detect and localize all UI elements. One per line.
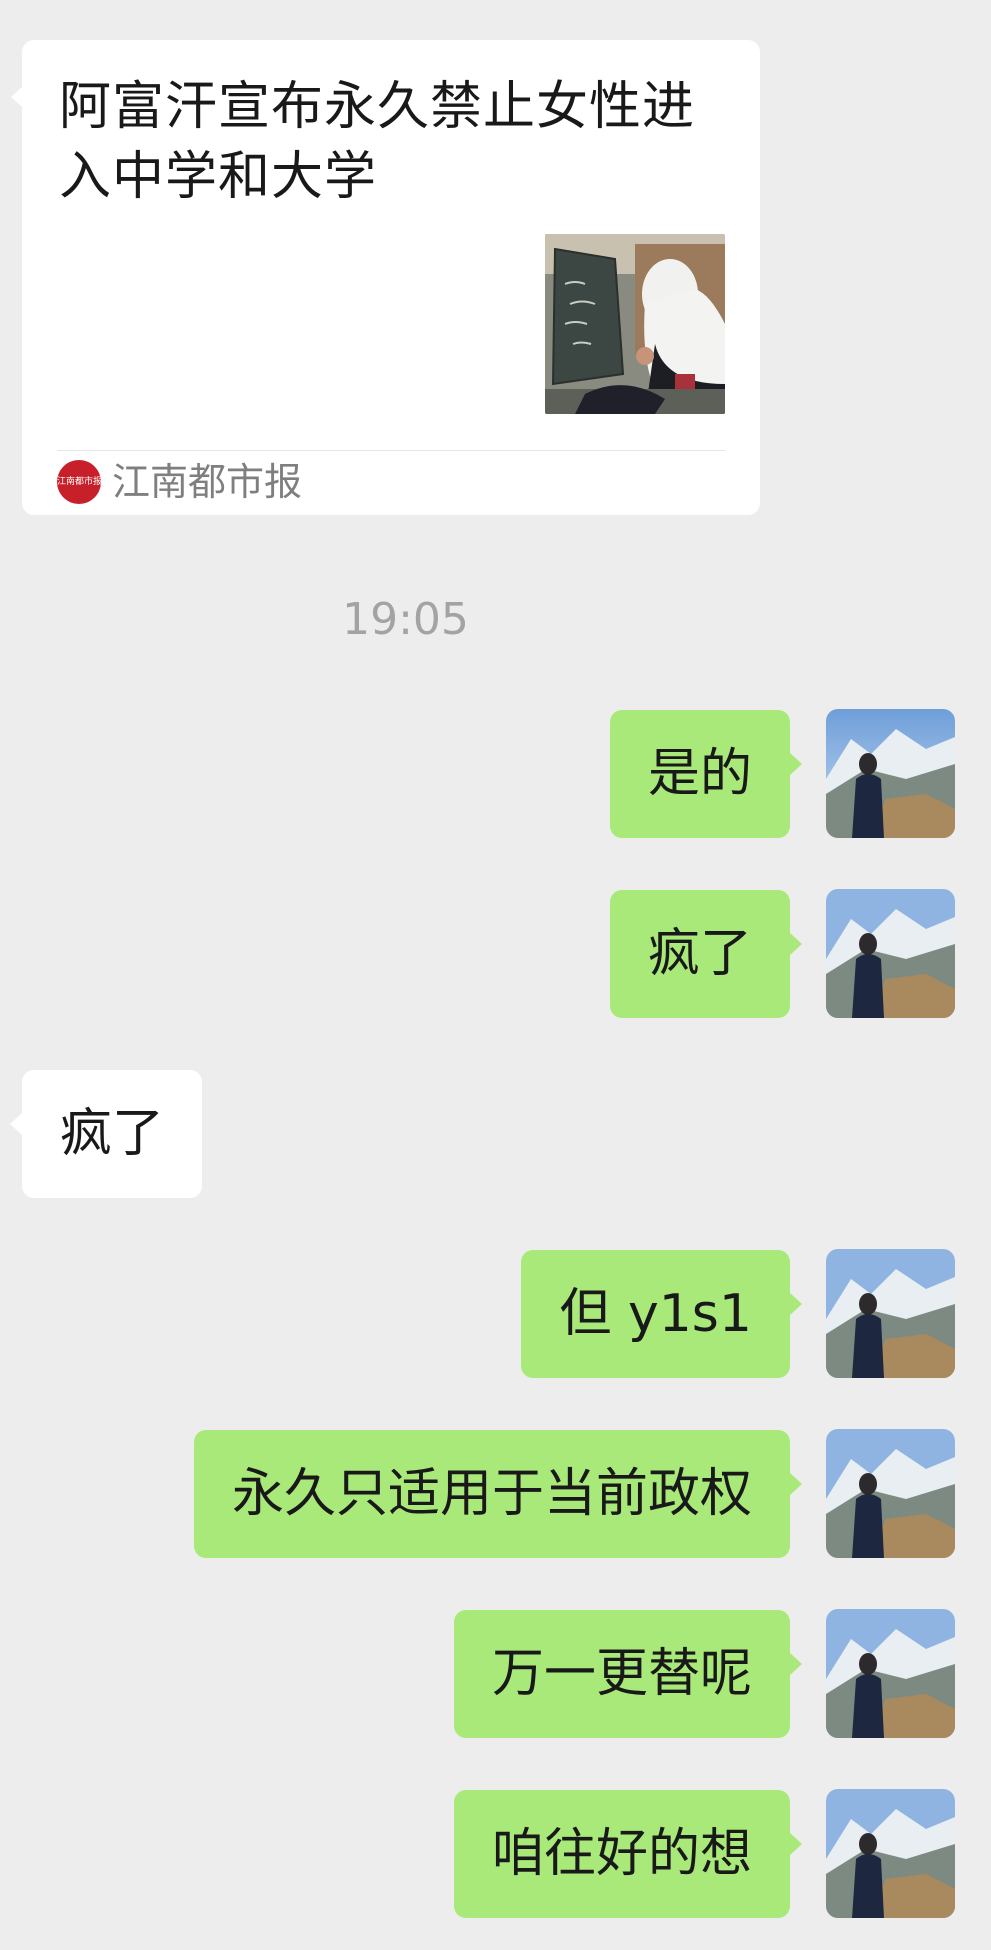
outgoing-message[interactable]: 咱往好的想: [453, 1790, 802, 1918]
bubble-tail: [789, 1832, 802, 1856]
card-divider: [57, 450, 725, 451]
avatar-photo-icon: [826, 709, 955, 838]
message-text: 是的: [647, 744, 752, 804]
article-title: 阿富汗宣布永久禁止女性进入中学和大学: [59, 77, 696, 207]
outgoing-message[interactable]: 但 y1s1: [521, 1250, 802, 1378]
source-name: 江南都市报: [112, 460, 303, 504]
avatar-photo-icon: [826, 1249, 955, 1378]
article-thumbnail: [545, 234, 725, 414]
message-text: 但 y1s1: [559, 1284, 752, 1344]
avatar[interactable]: [826, 1789, 955, 1918]
outgoing-message[interactable]: 是的: [609, 710, 802, 838]
bubble-tail: [10, 1112, 23, 1136]
bubble-tail: [789, 752, 802, 776]
avatar[interactable]: [826, 1429, 955, 1558]
blackboard-photo-icon: [545, 234, 725, 414]
source-logo-icon: 江南都市报: [57, 460, 101, 504]
avatar-photo-icon: [826, 1609, 955, 1738]
outgoing-message[interactable]: 万一更替呢: [453, 1610, 802, 1738]
message-timestamp: 19:05: [342, 594, 469, 645]
avatar[interactable]: [826, 709, 955, 838]
bubble-tail: [789, 1292, 802, 1316]
outgoing-message[interactable]: 永久只适用于当前政权: [193, 1430, 802, 1558]
avatar-photo-icon: [826, 1789, 955, 1918]
avatar[interactable]: [826, 889, 955, 1018]
bubble-tail: [789, 1472, 802, 1496]
outgoing-message[interactable]: 疯了: [609, 890, 802, 1018]
avatar-photo-icon: [826, 889, 955, 1018]
avatar-photo-icon: [826, 1429, 955, 1558]
avatar[interactable]: [826, 1249, 955, 1378]
article-card[interactable]: 阿富汗宣布永久禁止女性进入中学和大学 江南都市报 江南都市报: [11, 40, 760, 515]
message-text: 永久只适用于当前政权: [231, 1464, 752, 1524]
message-text: 咱往好的想: [491, 1824, 752, 1884]
message-text: 疯了: [60, 1104, 165, 1164]
message-text: 疯了: [647, 924, 752, 984]
bubble-tail: [11, 86, 23, 108]
bubble-tail: [789, 932, 802, 956]
message-text: 万一更替呢: [491, 1644, 752, 1704]
avatar[interactable]: [826, 1609, 955, 1738]
bubble-tail: [789, 1652, 802, 1676]
incoming-message[interactable]: 疯了: [10, 1070, 203, 1198]
